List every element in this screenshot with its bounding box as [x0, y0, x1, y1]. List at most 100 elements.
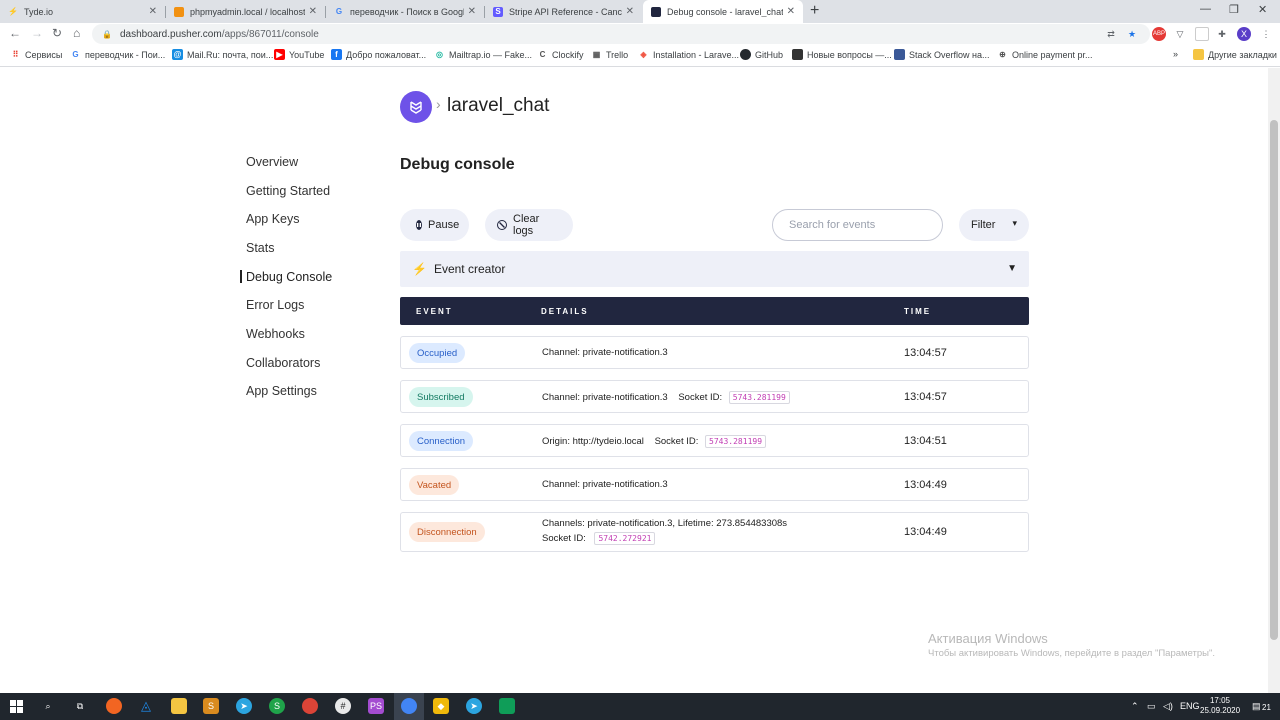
browser-tab[interactable]: S Stripe API Reference - Cancel a s ✕	[485, 0, 642, 23]
tyde-favicon-icon: ⚡	[8, 7, 18, 16]
app-name[interactable]: laravel_chat	[447, 95, 549, 117]
bookmarks-overflow-icon[interactable]: »	[1173, 49, 1178, 59]
extension-box-icon[interactable]	[1195, 27, 1209, 41]
browser-tab[interactable]: phpmyadmin.local / localhost / ty ✕	[166, 0, 325, 23]
event-badge-disconnection: Disconnection	[409, 522, 485, 542]
profile-avatar[interactable]: X	[1237, 27, 1251, 41]
sidebar-item-webhooks[interactable]: Webhooks	[246, 327, 305, 341]
telegram-desktop-icon[interactable]: ➤	[466, 698, 482, 714]
browser-tab[interactable]: G переводчик - Поиск в Google ✕	[326, 0, 484, 23]
sublime-icon[interactable]: S	[203, 698, 219, 714]
bookmark-item[interactable]: C Clockify	[537, 49, 584, 60]
chrome-active-icon[interactable]	[401, 698, 417, 714]
scrollbar-thumb[interactable]	[1270, 120, 1278, 640]
browser-toolbar: ← → ↻ ⌂ 🔒 dashboard.pusher.com/apps/8670…	[0, 23, 1280, 45]
activation-watermark-title: Активация Windows	[928, 631, 1048, 646]
bookmark-item[interactable]: GitHub	[740, 49, 783, 60]
event-creator-panel[interactable]: ⚡ Event creator ▼	[400, 251, 1029, 287]
bookmarks-bar: ⠿ Сервисы Gпереводчик - Пои... @ Mail.Ru: …	[0, 45, 1280, 67]
search-events-input[interactable]	[772, 209, 943, 241]
bookmark-star-icon[interactable]: ★	[1125, 27, 1139, 41]
sidebar-item-getting-started[interactable]: Getting Started	[246, 184, 330, 198]
volume-icon[interactable]: ◁)	[1163, 701, 1173, 712]
extensions-puzzle-icon[interactable]: ✚	[1215, 27, 1229, 41]
back-icon[interactable]: ←	[9, 26, 21, 40]
folder-icon	[1193, 49, 1204, 60]
tray-expand-icon[interactable]: ⌃	[1131, 701, 1139, 712]
close-icon[interactable]: ✕	[309, 6, 317, 17]
close-icon[interactable]: ✕	[468, 6, 476, 17]
sidebar-item-app-settings[interactable]: App Settings	[246, 384, 317, 398]
page-scrollbar[interactable]	[1268, 68, 1280, 693]
bookmark-item[interactable]: ⠿ Сервисы	[10, 49, 63, 60]
taskbar-clock[interactable]: 17:05 25.09.2020	[1200, 696, 1240, 716]
sidebar-item-stats[interactable]: Stats	[246, 241, 275, 255]
bookmark-item[interactable]: ▦ Trello	[591, 49, 628, 60]
stackoverflow-icon	[894, 49, 905, 60]
bookmark-item[interactable]: f Добро пожаловат...	[331, 49, 426, 60]
slack-icon[interactable]: #	[335, 698, 351, 714]
window-close-icon[interactable]: ✕	[1258, 3, 1267, 16]
pause-button[interactable]: Pause	[400, 209, 469, 241]
filter-dropdown[interactable]: Filter ▾	[959, 209, 1029, 241]
forward-icon[interactable]: →	[31, 26, 43, 40]
page-title: Debug console	[400, 156, 515, 173]
adblock-icon[interactable]: ABP	[1152, 27, 1166, 41]
bookmark-item[interactable]: ⊕ Online payment pr...	[997, 49, 1092, 60]
close-icon[interactable]: ✕	[149, 6, 157, 17]
chevron-down-icon: ▼	[1007, 263, 1017, 274]
onedrive-icon[interactable]: ◬	[138, 698, 154, 714]
notification-count: 21	[1262, 703, 1271, 712]
translate-icon[interactable]: ⇄	[1104, 27, 1118, 41]
bookmark-item[interactable]: Stack Overflow на...	[894, 49, 990, 60]
browser-tab[interactable]: ⚡ Tyde.io ✕	[0, 0, 165, 23]
bookmark-label: Installation - Larave...	[653, 49, 740, 60]
git-kraken-icon[interactable]: ◆	[433, 698, 449, 714]
bookmark-item[interactable]: @ Mail.Ru: почта, пои...	[172, 49, 273, 60]
pause-icon	[416, 220, 422, 230]
file-explorer-icon[interactable]	[171, 698, 187, 714]
event-time: 13:04:51	[904, 435, 947, 447]
phpstorm-icon[interactable]: PS	[368, 698, 384, 714]
search-icon[interactable]: ⌕	[40, 698, 56, 714]
close-icon[interactable]: ✕	[787, 6, 795, 17]
telegram-icon[interactable]: ➤	[236, 698, 252, 714]
sidebar-item-debug-console[interactable]: Debug Console	[246, 270, 332, 284]
skype-icon[interactable]: S	[269, 698, 285, 714]
address-bar[interactable]: 🔒 dashboard.pusher.com/apps/867011/conso…	[92, 24, 1150, 44]
notifications-icon[interactable]: ▤	[1252, 701, 1261, 712]
vue-devtools-icon[interactable]: ▽	[1173, 27, 1187, 41]
browser-tab-strip: ⚡ Tyde.io ✕ phpmyadmin.local / localhost…	[0, 0, 1280, 23]
other-bookmarks[interactable]: Другие закладки	[1193, 49, 1277, 60]
bookmark-item[interactable]: ▶ YouTube	[274, 49, 324, 60]
menu-kebab-icon[interactable]: ⋮	[1259, 27, 1273, 41]
sidebar-item-app-keys[interactable]: App Keys	[246, 212, 300, 226]
bookmark-item[interactable]: ◈ Installation - Larave...	[638, 49, 739, 60]
bookmark-item[interactable]: ◎ Mailtrap.io — Fake...	[434, 49, 532, 60]
postman-icon[interactable]	[106, 698, 122, 714]
event-time: 13:04:49	[904, 526, 947, 538]
sidebar-item-error-logs[interactable]: Error Logs	[246, 298, 304, 312]
close-icon[interactable]: ✕	[626, 6, 634, 17]
event-badge-subscribed: Subscribed	[409, 387, 473, 407]
socket-id-label: Socket ID:	[542, 533, 586, 544]
clear-logs-button[interactable]: Clear logs	[485, 209, 573, 241]
sidebar-item-collaborators[interactable]: Collaborators	[246, 356, 320, 370]
reload-icon[interactable]: ↻	[52, 26, 62, 40]
new-tab-icon[interactable]: +	[810, 2, 819, 20]
windows-start-icon[interactable]	[8, 698, 24, 714]
bookmark-item[interactable]: Новые вопросы —...	[792, 49, 892, 60]
sidebar-item-overview[interactable]: Overview	[246, 155, 298, 169]
network-icon[interactable]: ▭	[1147, 701, 1156, 712]
browser-tab-active[interactable]: Debug console - laravel_chat - C ✕	[643, 0, 803, 23]
task-view-icon[interactable]: ⧉	[72, 698, 88, 714]
restore-icon[interactable]: ❐	[1229, 3, 1239, 16]
bookmark-item[interactable]: Gпереводчик - Пои...	[70, 49, 165, 60]
pusher-app-logo-icon[interactable]	[400, 91, 432, 123]
minimize-icon[interactable]: —	[1200, 3, 1211, 15]
home-icon[interactable]: ⌂	[73, 26, 80, 40]
chrome-icon[interactable]	[302, 698, 318, 714]
whatsapp-icon[interactable]	[499, 698, 515, 714]
language-indicator[interactable]: ENG	[1180, 701, 1200, 711]
lightning-icon: ⚡	[412, 262, 427, 276]
